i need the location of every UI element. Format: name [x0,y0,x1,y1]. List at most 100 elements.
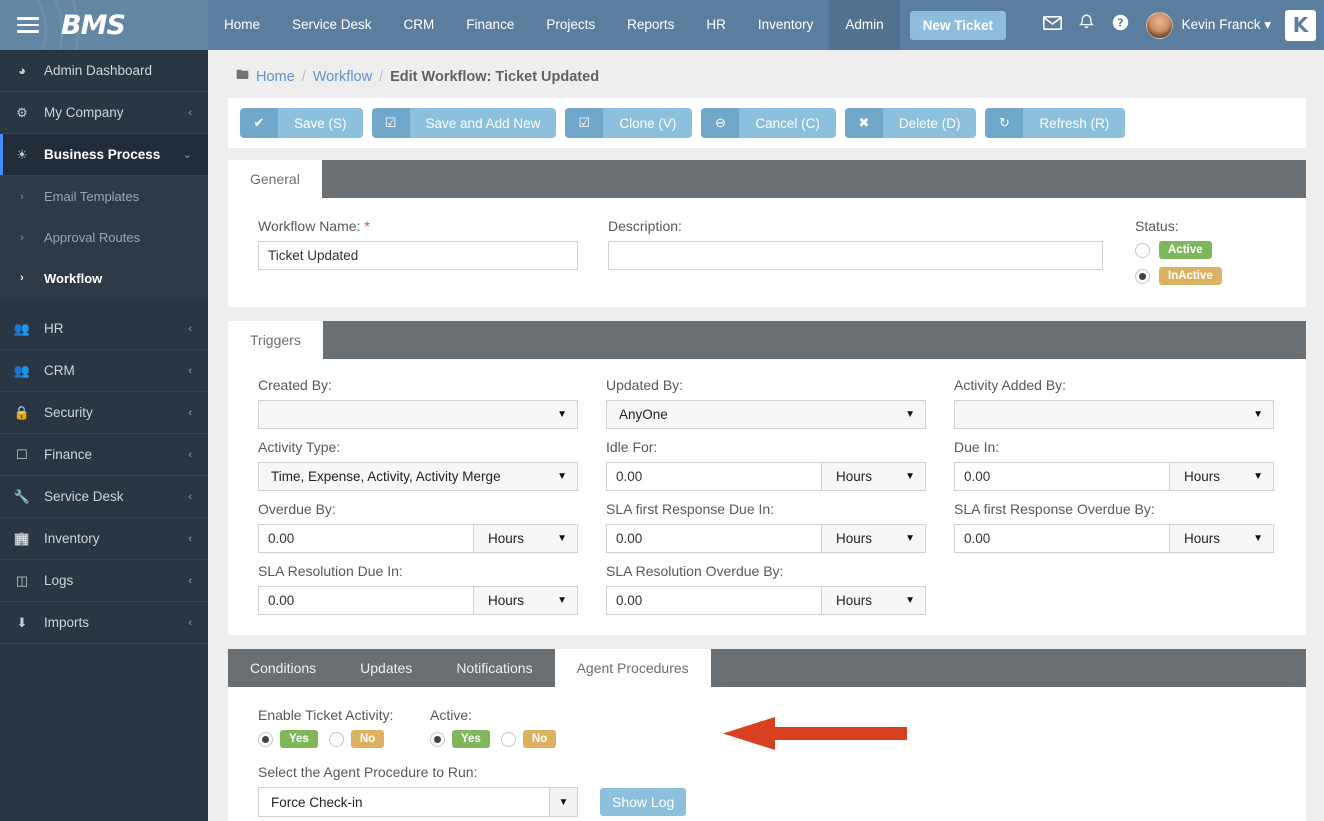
show-log-button[interactable]: Show Log [600,788,686,816]
updated-by-group: Updated By: AnyOne ▼ [606,377,926,429]
active-yes-radio[interactable] [430,732,445,747]
agent-procedure-select[interactable]: Force Check-in ▼ [258,787,578,817]
download-icon: ⬇ [0,615,44,631]
sla-first-response-due-in-unit-select[interactable]: Hours ▼ [821,524,926,553]
active-no-radio[interactable] [501,732,516,747]
kaseya-logo-icon[interactable]: K [1285,10,1316,41]
due-in-unit-select[interactable]: Hours ▼ [1169,462,1274,491]
chevron-left-icon: ‹ [188,365,192,377]
workflow-name-input[interactable]: Ticket Updated [258,241,578,270]
tab-general[interactable]: General [228,160,322,198]
new-ticket-button[interactable]: New Ticket [910,11,1006,40]
sla-first-response-due-in-unit-group: 0.00 Hours ▼ [606,524,926,553]
activity-type-select[interactable]: Time, Expense, Activity, Activity Merge … [258,462,578,491]
save-button[interactable]: ✔ Save (S) [240,108,363,138]
tab-conditions[interactable]: Conditions [228,649,338,687]
updated-by-select[interactable]: AnyOne ▼ [606,400,926,429]
sla-resolution-overdue-by-unit-value: Hours [836,593,872,608]
sidebar-item-imports[interactable]: ⬇ Imports ‹ [0,602,208,644]
description-input[interactable] [608,241,1103,270]
nav-finance[interactable]: Finance [450,0,530,50]
chevron-right-icon: › [0,232,44,244]
chevron-left-icon: ‹ [188,617,192,629]
agent-procedure-section: Select the Agent Procedure to Run: Force… [258,764,1276,817]
idle-for-unit-select[interactable]: Hours ▼ [821,462,926,491]
sla-first-response-due-in-group: SLA first Response Due In: 0.00 Hours ▼ [606,501,926,553]
activity-type-label: Activity Type: [258,439,578,455]
sla-resolution-due-in-input[interactable]: 0.00 [258,586,473,615]
sidebar-item-my-company[interactable]: ⚙ My Company ‹ [0,92,208,134]
enable-ticket-activity-yes-pill: Yes [280,730,318,748]
cancel-button[interactable]: ⊖ Cancel (C) [701,108,836,138]
nav-hr[interactable]: HR [690,0,742,50]
general-card: General Workflow Name: * Ticket Updated … [228,160,1306,307]
sla-first-response-due-in-input[interactable]: 0.00 [606,524,821,553]
status-inactive-radio[interactable] [1135,269,1150,284]
sidebar-subitem-workflow[interactable]: › Workflow [0,258,208,299]
overdue-by-unit-value: Hours [488,531,524,546]
status-active-radio[interactable] [1135,243,1150,258]
sidebar-item-service-desk[interactable]: 🔧 Service Desk ‹ [0,476,208,518]
idle-for-input[interactable]: 0.00 [606,462,821,491]
sidebar-item-finance[interactable]: ☐ Finance ‹ [0,434,208,476]
sidebar-item-crm[interactable]: 👥 CRM ‹ [0,350,208,392]
status-option-inactive[interactable]: InActive [1135,267,1222,285]
user-name-label: Kevin Franck [1182,17,1261,32]
sla-first-response-overdue-by-unit-select[interactable]: Hours ▼ [1169,524,1274,553]
hamburger-menu-icon[interactable] [17,17,39,33]
active-yes-pill: Yes [452,730,490,748]
sidebar-item-business-process[interactable]: ☀ Business Process ⌄ [0,134,208,176]
sidebar-item-logs[interactable]: ◫ Logs ‹ [0,560,208,602]
user-menu[interactable]: Kevin Franck ▾ [1182,17,1271,33]
bell-icon[interactable] [1070,14,1104,36]
refresh-button[interactable]: ↻ Refresh (R) [985,108,1125,138]
delete-button-label: Delete (D) [883,108,977,138]
tab-triggers[interactable]: Triggers [228,321,323,359]
sidebar-subitem-approval-routes[interactable]: › Approval Routes [0,217,208,258]
nav-reports[interactable]: Reports [611,0,690,50]
nav-service-desk[interactable]: Service Desk [276,0,388,50]
active-group: Active: Yes No [430,707,556,748]
tab-notifications[interactable]: Notifications [434,649,554,687]
nav-home[interactable]: Home [208,0,276,50]
breadcrumb-separator: / [379,69,383,85]
sidebar-item-inventory[interactable]: 🏢 Inventory ‹ [0,518,208,560]
bottom-tabbar: Conditions Updates Notifications Agent P… [228,649,1306,687]
overdue-by-unit-select[interactable]: Hours ▼ [473,524,578,553]
nav-admin[interactable]: Admin [829,0,899,50]
dashboard-icon: ◕ [0,63,44,78]
sla-resolution-overdue-by-unit-select[interactable]: Hours ▼ [821,586,926,615]
nav-inventory[interactable]: Inventory [742,0,830,50]
tab-agent-procedures[interactable]: Agent Procedures [555,649,711,687]
tab-updates[interactable]: Updates [338,649,434,687]
agent-procedures-body: Enable Ticket Activity: Yes No Active: Y… [228,687,1306,821]
mail-icon[interactable] [1036,16,1070,35]
delete-button[interactable]: ✖ Delete (D) [845,108,977,138]
clone-button[interactable]: ☑ Clone (V) [565,108,692,138]
sla-first-response-overdue-by-group: SLA first Response Overdue By: 0.00 Hour… [954,501,1274,553]
breadcrumb-workflow[interactable]: Workflow [313,69,372,85]
active-label: Active: [430,707,556,723]
status-option-active[interactable]: Active [1135,241,1222,259]
breadcrumb-home[interactable]: Home [256,69,295,85]
sidebar-item-hr[interactable]: 👥 HR ‹ [0,308,208,350]
sidebar-subitem-email-templates[interactable]: › Email Templates [0,176,208,217]
nav-crm[interactable]: CRM [388,0,451,50]
created-by-select[interactable]: ▼ [258,400,578,429]
sla-resolution-due-in-unit-select[interactable]: Hours ▼ [473,586,578,615]
save-and-add-new-button[interactable]: ☑ Save and Add New [372,108,557,138]
overdue-by-input[interactable]: 0.00 [258,524,473,553]
sla-resolution-overdue-by-input[interactable]: 0.00 [606,586,821,615]
due-in-input[interactable]: 0.00 [954,462,1169,491]
sidebar-item-admin-dashboard[interactable]: ◕ Admin Dashboard [0,50,208,92]
nav-projects[interactable]: Projects [530,0,611,50]
chevron-down-icon: ▼ [557,533,567,544]
enable-ticket-activity-no-radio[interactable] [329,732,344,747]
help-icon[interactable]: ? [1104,14,1138,36]
chevron-right-icon: › [0,191,44,203]
idle-for-group: Idle For: 0.00 Hours ▼ [606,439,926,491]
enable-ticket-activity-yes-radio[interactable] [258,732,273,747]
sidebar-item-security[interactable]: 🔒 Security ‹ [0,392,208,434]
activity-added-by-select[interactable]: ▼ [954,400,1274,429]
sla-first-response-overdue-by-input[interactable]: 0.00 [954,524,1169,553]
